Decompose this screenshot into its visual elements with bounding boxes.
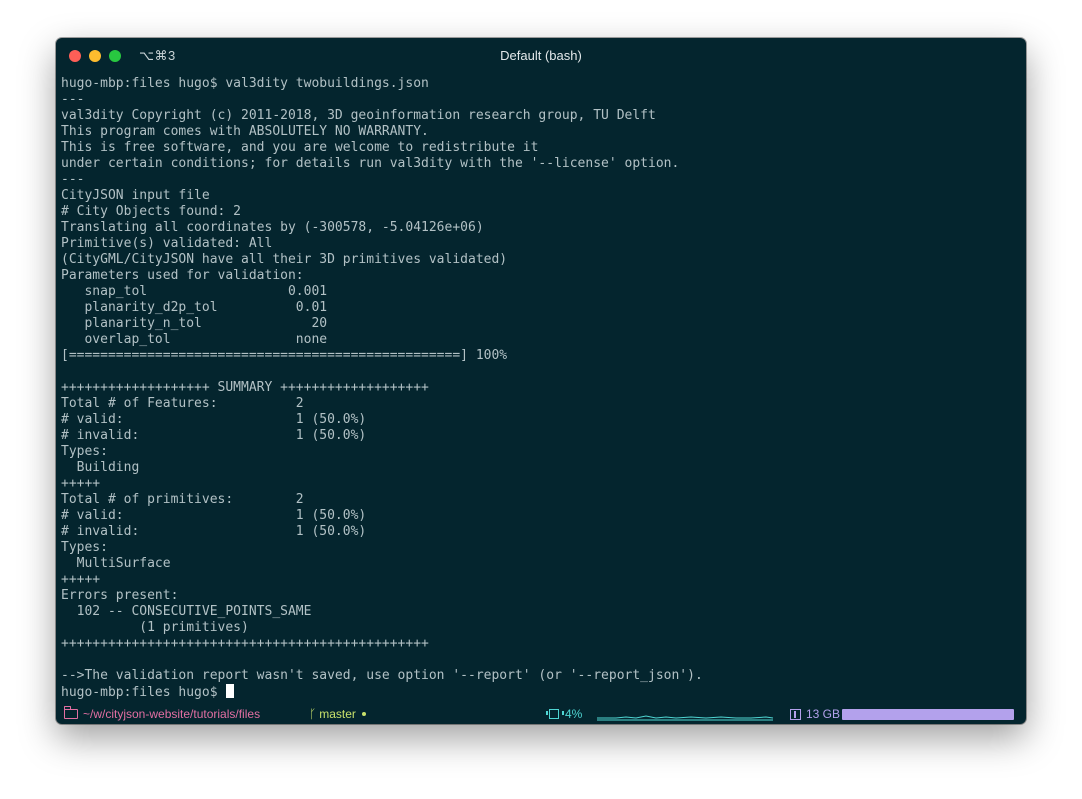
window-title: Default (bash) xyxy=(500,48,582,63)
terminal-line: under certain conditions; for details ru… xyxy=(61,156,680,171)
terminal-line: Errors present: xyxy=(61,588,179,603)
terminal-line: -->The validation report wasn't saved, u… xyxy=(61,668,703,683)
terminal-line: overlap_tol none xyxy=(61,332,328,347)
folder-icon xyxy=(64,706,78,719)
terminal-line: This program comes with ABSOLUTELY NO WA… xyxy=(61,124,429,139)
terminal-line: planarity_n_tol 20 xyxy=(61,316,328,331)
terminal-line: ++++++++++++++++++++++++++++++++++++++++… xyxy=(61,636,429,651)
status-cpu: 4% xyxy=(546,704,583,724)
status-bar: ~/w/cityjson-website/tutorials/files ᚴ m… xyxy=(56,704,1026,724)
terminal-line: Types: xyxy=(61,444,108,459)
git-dirty-indicator xyxy=(361,712,366,716)
title-bar[interactable]: ⌥⌘3 Default (bash) xyxy=(56,38,1026,74)
terminal-line: hugo-mbp:files hugo$ val3dity twobuildin… xyxy=(61,76,429,91)
terminal-line: Parameters used for validation: xyxy=(61,268,304,283)
terminal-window[interactable]: ⌥⌘3 Default (bash) hugo-mbp:files hugo$ … xyxy=(56,38,1026,724)
terminal-line: Primitive(s) validated: All xyxy=(61,236,273,251)
terminal-line: Total # of Features: 2 xyxy=(61,396,304,411)
memory-usage: 13 GB xyxy=(806,707,841,721)
terminal-line: +++++++++++++++++++ SUMMARY ++++++++++++… xyxy=(61,380,429,395)
git-branch-icon: ᚴ xyxy=(309,707,317,721)
terminal-line: This is free software, and you are welco… xyxy=(61,140,539,155)
terminal-line: # invalid: 1 (50.0%) xyxy=(61,524,367,539)
terminal-line: Translating all coordinates by (-300578,… xyxy=(61,220,484,235)
cpu-usage: 4% xyxy=(565,707,583,721)
terminal-cursor xyxy=(226,684,235,698)
memory-bar-fill xyxy=(843,710,1013,719)
terminal-line: # City Objects found: 2 xyxy=(61,204,242,219)
terminal-output[interactable]: hugo-mbp:files hugo$ val3dity twobuildin… xyxy=(61,76,1021,704)
status-memory: 13 GB xyxy=(790,704,840,724)
terminal-line: --- xyxy=(61,92,85,107)
terminal-line: (1 primitives) xyxy=(61,620,249,635)
current-path: ~/w/cityjson-website/tutorials/files xyxy=(83,707,261,721)
terminal-line: # valid: 1 (50.0%) xyxy=(61,412,367,427)
terminal-line: snap_tol 0.001 xyxy=(61,284,328,299)
terminal-line: # valid: 1 (50.0%) xyxy=(61,508,367,523)
terminal-line: MultiSurface xyxy=(61,556,171,571)
git-branch-name: master xyxy=(319,707,356,721)
terminal-line: 102 -- CONSECUTIVE_POINTS_SAME xyxy=(61,604,312,619)
terminal-line: +++++ xyxy=(61,572,101,587)
terminal-line: CityJSON input file xyxy=(61,188,210,203)
terminal-line: val3dity Copyright (c) 2011-2018, 3D geo… xyxy=(61,108,656,123)
terminal-line: Building xyxy=(61,460,140,475)
memory-icon xyxy=(790,708,801,720)
terminal-line: planarity_d2p_tol 0.01 xyxy=(61,300,328,315)
terminal-line: # invalid: 1 (50.0%) xyxy=(61,428,367,443)
cpu-chip-icon xyxy=(546,709,564,719)
terminal-line: Total # of primitives: 2 xyxy=(61,492,304,507)
terminal-prompt-line: hugo-mbp:files hugo$ xyxy=(61,684,1021,700)
terminal-line: Types: xyxy=(61,540,108,555)
status-path: ~/w/cityjson-website/tutorials/files xyxy=(64,704,260,724)
terminal-line: +++++ xyxy=(61,476,101,491)
memory-bar xyxy=(842,709,1014,720)
status-git: ᚴ master xyxy=(309,704,366,724)
terminal-line: --- xyxy=(61,172,85,187)
terminal-line: (CityGML/CityJSON have all their 3D prim… xyxy=(61,252,508,267)
cpu-sparkline xyxy=(597,715,774,721)
terminal-line: [=======================================… xyxy=(61,348,508,363)
